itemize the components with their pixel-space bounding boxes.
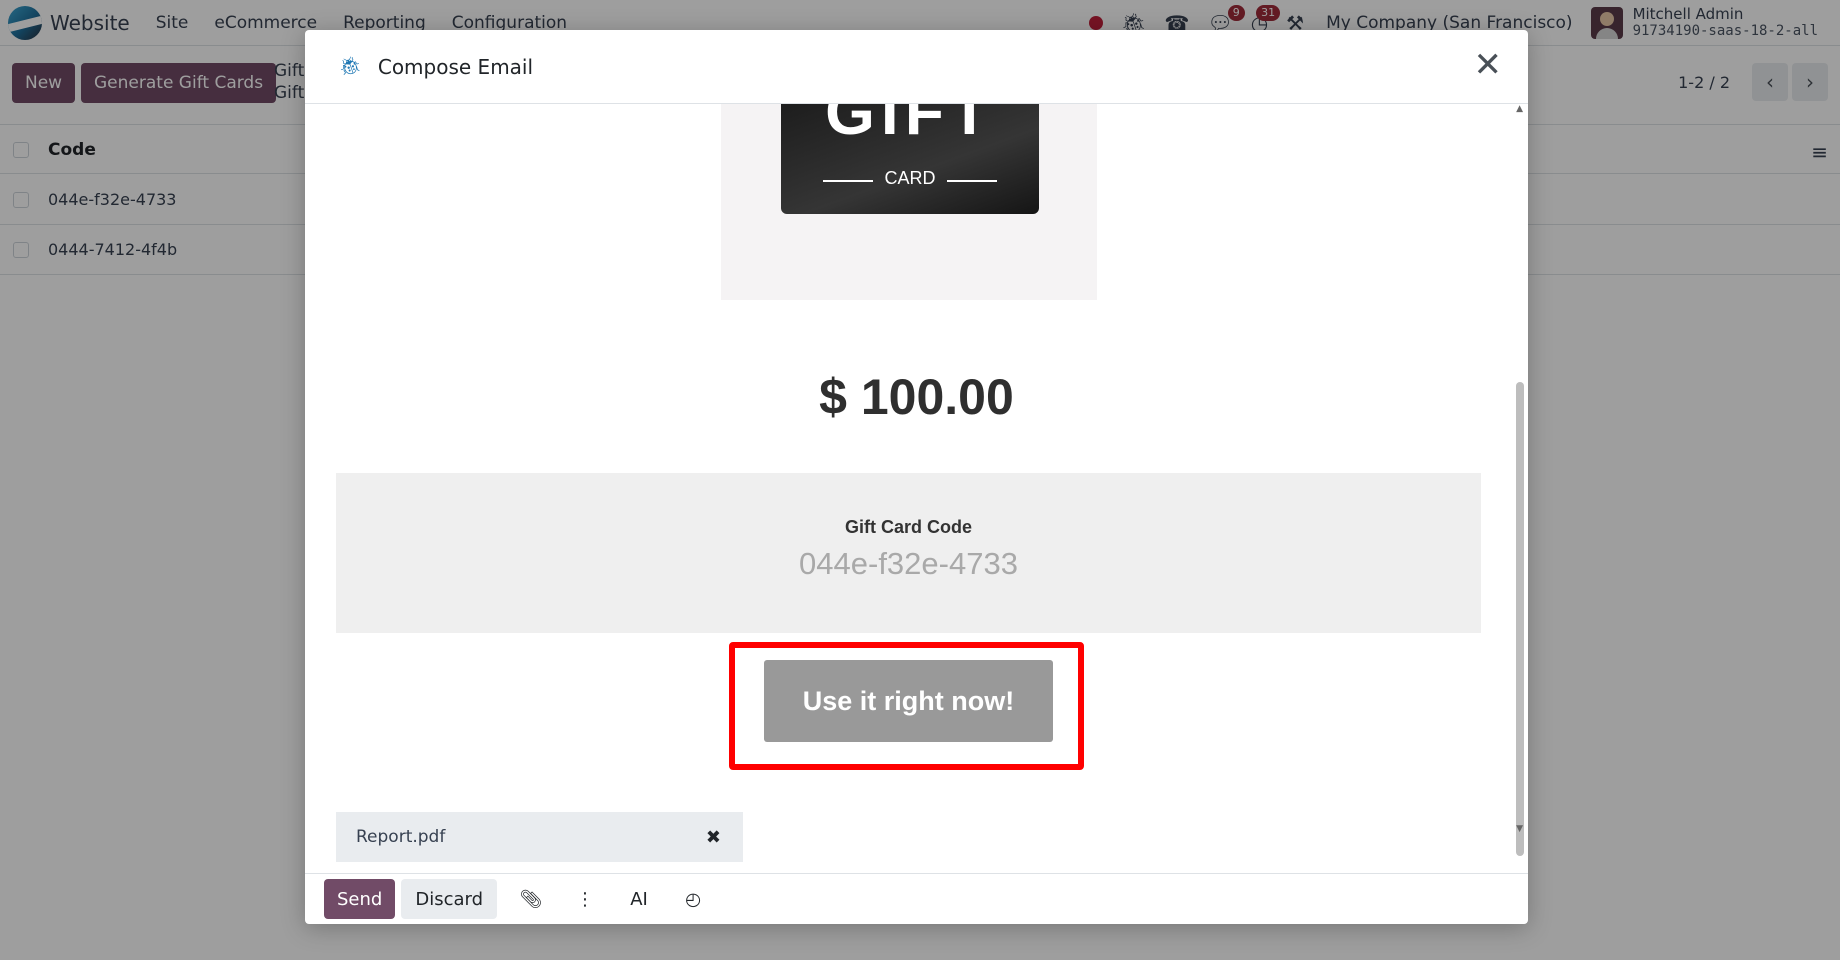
dialog-footer: Send Discard 📎︎ ⋮ AI ◴ (305, 873, 1528, 924)
gift-card-title: GIFT (825, 104, 995, 148)
paperclip-icon[interactable]: 📎︎ (519, 889, 543, 910)
send-button[interactable]: Send (324, 879, 396, 919)
gift-card-subtitle: CARD (884, 168, 936, 188)
remove-attachment-icon[interactable]: ✖ (706, 827, 721, 848)
bug-icon: 🐞︎ (339, 56, 362, 77)
ai-button[interactable]: AI (627, 889, 651, 910)
more-options-icon[interactable]: ⋮ (573, 889, 597, 910)
scroll-up-arrow-icon[interactable]: ▲ (1516, 104, 1523, 114)
compose-email-dialog: 🐞︎ Compose Email ✕ GIFT CARD $ 100.00 Gi… (305, 30, 1528, 924)
scrollbar-thumb[interactable] (1516, 382, 1524, 856)
code-value: 044e-f32e-4733 (799, 546, 1018, 581)
gift-card-code-box: Gift Card Code 044e-f32e-4733 (336, 473, 1481, 633)
code-label: Gift Card Code (844, 517, 972, 537)
dialog-title: Compose Email (377, 54, 534, 79)
dialog-header: 🐞︎ Compose Email ✕ (305, 30, 1528, 104)
close-icon[interactable]: ✕ (1474, 48, 1503, 82)
schedule-clock-icon[interactable]: ◴ (681, 889, 705, 910)
scroll-down-arrow-icon[interactable]: ▼ (1516, 824, 1523, 834)
discard-button[interactable]: Discard (401, 879, 498, 919)
gift-card-image: GIFT CARD (781, 104, 1039, 214)
gift-card-image-frame: GIFT CARD (721, 104, 1097, 300)
use-it-now-button[interactable]: Use it right now! (764, 660, 1053, 742)
email-body-preview[interactable]: GIFT CARD $ 100.00 Gift Card Code 044e-f… (305, 104, 1528, 873)
attachment-name: Report.pdf (356, 827, 446, 847)
attachment-chip[interactable]: Report.pdf ✖ (336, 812, 743, 862)
gift-card-amount: $ 100.00 (819, 369, 1014, 425)
